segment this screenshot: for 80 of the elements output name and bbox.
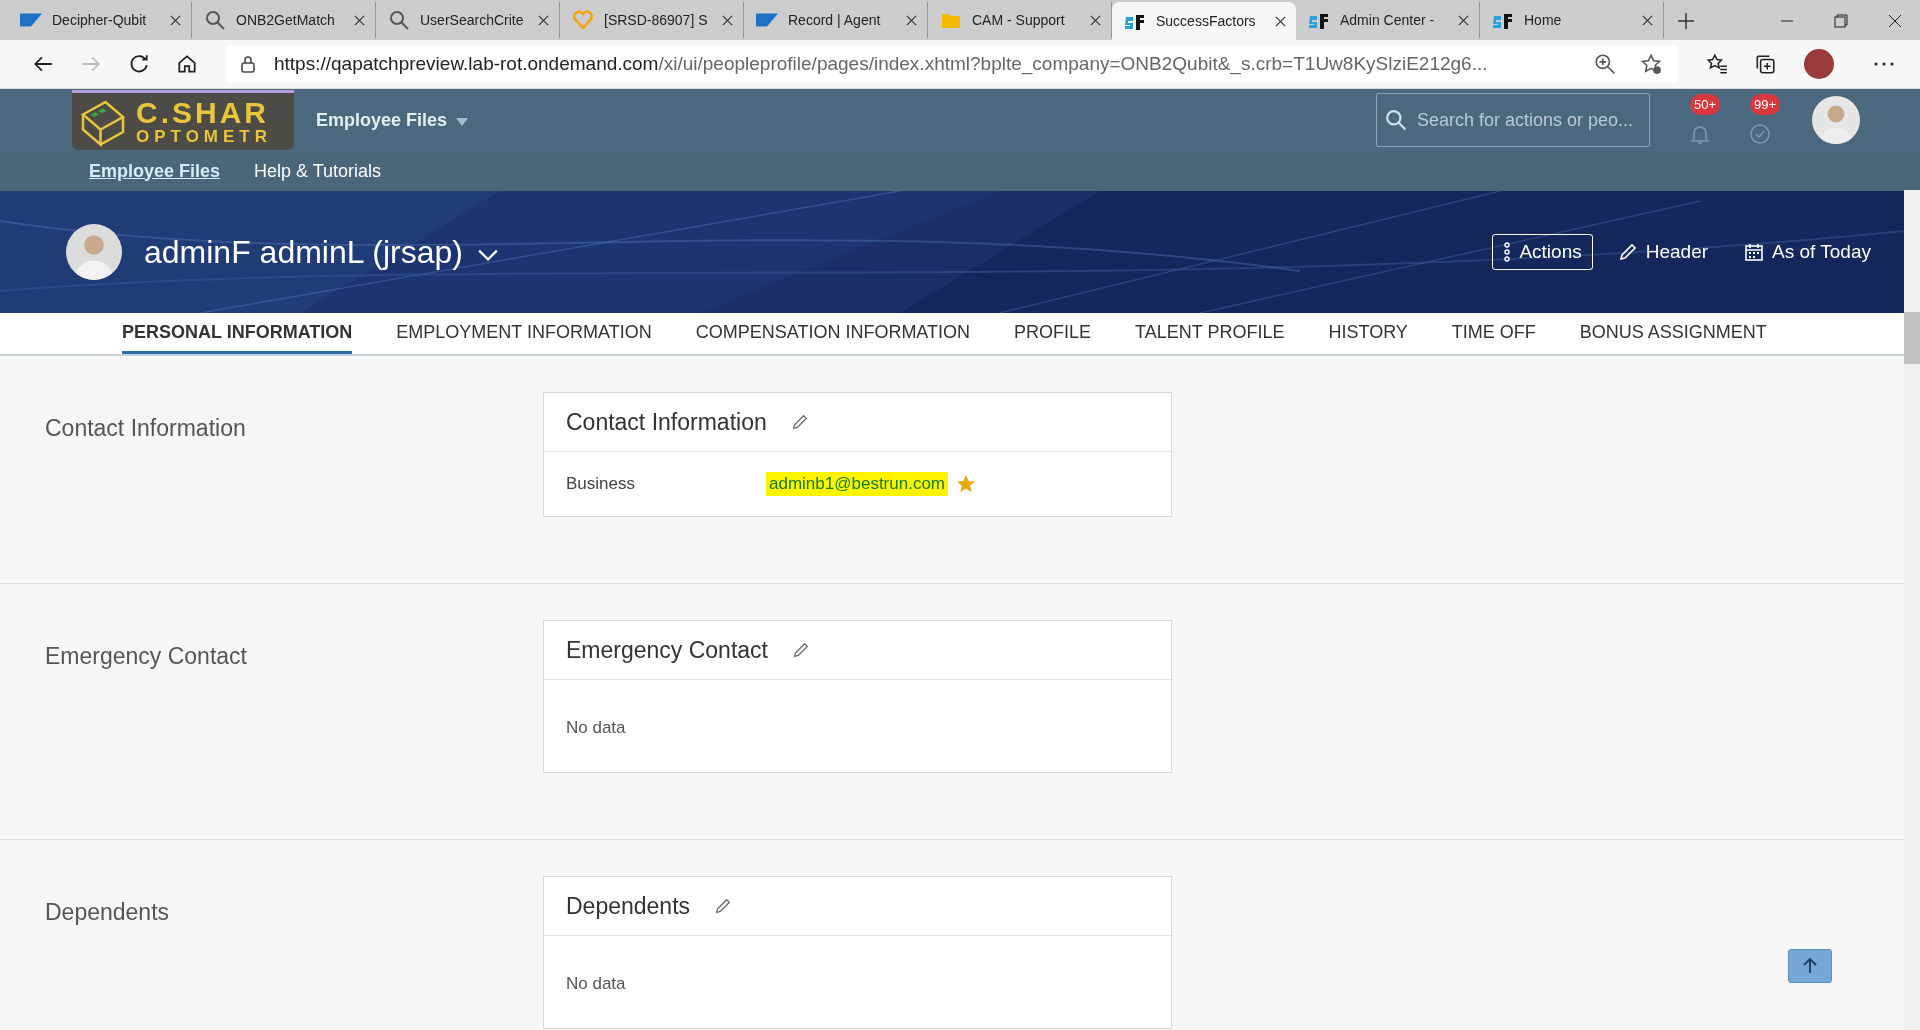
search-input[interactable]: Search for actions or peo... xyxy=(1415,108,1649,132)
close-icon[interactable] xyxy=(722,14,733,26)
close-icon[interactable] xyxy=(538,14,549,26)
search-icon xyxy=(1385,109,1407,131)
user-avatar[interactable] xyxy=(1812,96,1860,144)
close-icon[interactable] xyxy=(1090,14,1101,26)
search-icon xyxy=(204,10,226,30)
section-tab[interactable]: PERSONAL INFORMATION xyxy=(122,313,353,354)
no-data-text: No data xyxy=(565,973,627,995)
header-button[interactable]: Actions xyxy=(1492,234,1593,270)
notification-badge: 50+ xyxy=(1690,94,1721,115)
section-tab[interactable]: TIME OFF xyxy=(1451,313,1536,354)
close-icon[interactable] xyxy=(1888,14,1902,28)
card-title: Contact Information xyxy=(566,408,767,436)
search-icon xyxy=(388,10,410,30)
close-icon[interactable] xyxy=(170,14,181,26)
more-icon xyxy=(1503,242,1512,262)
browser-tab[interactable]: Home xyxy=(1480,2,1664,38)
favorites-icon[interactable] xyxy=(1706,53,1728,75)
browser-tab[interactable]: ONB2GetMatch xyxy=(192,2,376,38)
scrollbar[interactable] xyxy=(1904,190,1920,1030)
reload-icon[interactable] xyxy=(128,53,150,75)
heart-icon xyxy=(572,10,594,30)
field-label: Business xyxy=(566,474,636,494)
close-icon[interactable] xyxy=(1458,14,1469,26)
section-tab[interactable]: COMPENSATION INFORMATION xyxy=(695,313,971,354)
checkmark-circle-icon[interactable] xyxy=(1748,122,1772,146)
calendar-icon xyxy=(1744,242,1765,262)
edit-icon[interactable] xyxy=(792,641,810,659)
browser-tab[interactable]: [SRSD-86907] S xyxy=(560,2,744,38)
scrollbar-thumb[interactable] xyxy=(1904,312,1920,364)
company-logo[interactable]: C.SHAR OPTOMETR xyxy=(72,90,294,150)
browser-tab[interactable]: SuccessFactors xyxy=(1112,2,1296,40)
browser-tab[interactable]: Decipher-Qubit xyxy=(8,2,192,38)
employee-name: adminF adminL (jrsap) xyxy=(144,233,463,271)
header-button[interactable]: As of Today xyxy=(1733,234,1882,270)
close-icon[interactable] xyxy=(1275,15,1286,27)
close-icon[interactable] xyxy=(354,14,365,26)
no-data-text: No data xyxy=(565,717,627,739)
section-tab[interactable]: BONUS ASSIGNMENT xyxy=(1579,313,1767,354)
address-bar[interactable]: https://qapatchpreview.lab-rot.ondemand.com/xi/ui/peopleprofile/pages/index.xhtml?bplte_company=ONB2Qubit&_s.crb=T1Uw8KySlziE212g6... xyxy=(226,45,1678,83)
nav-link[interactable]: Employee Files xyxy=(89,160,221,182)
card-title: Dependents xyxy=(566,892,691,920)
close-icon[interactable] xyxy=(1642,14,1653,26)
chevron-down-icon[interactable] xyxy=(476,248,499,262)
browser-tab[interactable]: CAM - Support xyxy=(928,2,1112,38)
section-tab[interactable]: EMPLOYMENT INFORMATION xyxy=(396,313,652,354)
nav-link[interactable]: Help & Tutorials xyxy=(254,160,382,182)
section-title: Emergency Contact xyxy=(45,643,248,670)
notification-badge: 99+ xyxy=(1750,94,1781,115)
sap-logo-icon xyxy=(20,10,42,30)
module-menu[interactable]: Employee Files xyxy=(310,108,475,132)
section-tab[interactable]: PROFILE xyxy=(1014,313,1092,354)
collections-icon[interactable] xyxy=(1754,53,1776,75)
edit-icon[interactable] xyxy=(714,897,733,915)
search-field[interactable]: Search for actions or peo... xyxy=(1376,93,1650,147)
home-icon[interactable] xyxy=(176,53,198,75)
email-link[interactable]: adminb1@bestrun.com xyxy=(766,472,948,496)
sap-logo-icon xyxy=(756,10,778,30)
browser-tab[interactable]: Admin Center - xyxy=(1296,2,1480,38)
browser-tab[interactable]: UserSearchCrite xyxy=(376,2,560,38)
pencil-icon xyxy=(1617,242,1638,262)
star-add-icon[interactable] xyxy=(1640,53,1662,75)
section-tab[interactable]: HISTORY xyxy=(1328,313,1408,354)
caret-icon xyxy=(456,117,469,126)
restore-icon[interactable] xyxy=(1834,14,1848,28)
new-tab-icon[interactable] xyxy=(1678,13,1694,29)
lock-icon xyxy=(240,55,256,73)
section-tab[interactable]: TALENT PROFILE xyxy=(1135,313,1285,354)
section-title: Dependents xyxy=(45,899,171,926)
edit-icon[interactable] xyxy=(790,413,809,431)
zoom-icon[interactable] xyxy=(1594,53,1616,75)
card-title: Emergency Contact xyxy=(566,636,768,664)
more-icon[interactable] xyxy=(1874,62,1894,66)
browser-tab[interactable]: Record | Agent xyxy=(744,2,928,38)
scroll-to-top-button[interactable] xyxy=(1788,949,1832,983)
section-title: Contact Information xyxy=(45,415,247,442)
close-icon[interactable] xyxy=(906,14,917,26)
header-button[interactable]: Header xyxy=(1606,234,1720,270)
user-avatar[interactable] xyxy=(1804,49,1834,79)
